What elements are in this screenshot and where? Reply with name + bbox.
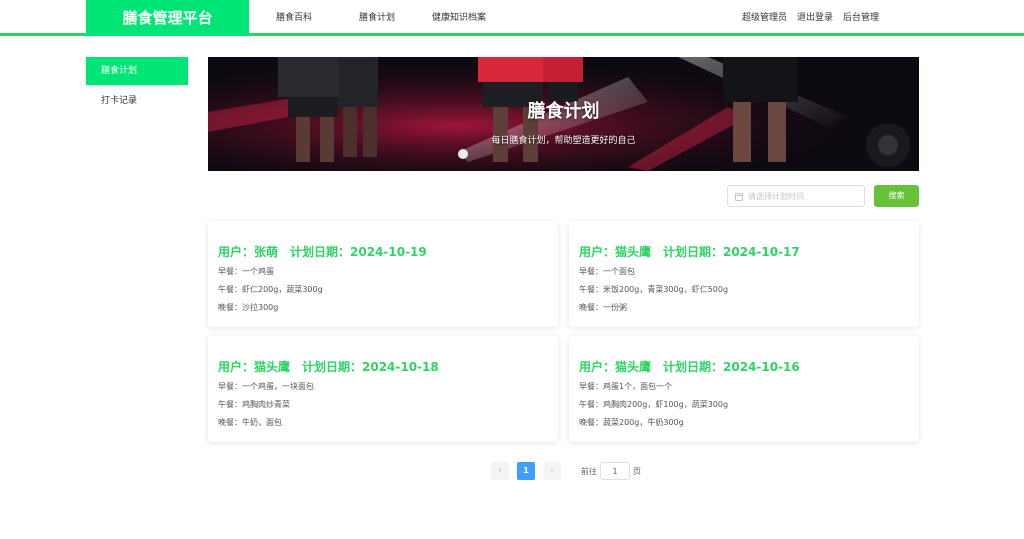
plan-card-title: 用户：张萌 计划日期：2024-10-19 xyxy=(218,245,427,259)
nav-item-food-encyclopedia[interactable]: 膳食百科 xyxy=(276,0,312,36)
plan-date-input[interactable] xyxy=(748,186,863,206)
plan-date-picker[interactable] xyxy=(727,185,865,207)
goto-page-input[interactable] xyxy=(600,462,630,480)
nav-item-diet-plan[interactable]: 膳食计划 xyxy=(359,0,395,36)
site-logo[interactable]: 膳食管理平台 xyxy=(86,0,249,36)
calendar-icon xyxy=(735,193,743,201)
top-header: 膳食管理平台 膳食百科 膳食计划 健康知识档案 超级管理员 退出登录 后台管理 xyxy=(0,0,1024,36)
prev-page-button[interactable]: ‹ xyxy=(491,462,509,480)
plan-dinner: 晚餐：牛奶，面包 xyxy=(218,418,282,427)
plan-breakfast: 早餐：一个面包 xyxy=(579,267,635,276)
plan-dinner: 晚餐：蔬菜200g，牛奶300g xyxy=(579,418,684,427)
plan-card-title: 用户：猫头鹰 计划日期：2024-10-17 xyxy=(579,245,800,259)
plan-card[interactable]: 用户：猫头鹰 计划日期：2024-10-17 早餐：一个面包 午餐：米饭200g… xyxy=(569,221,919,327)
plan-breakfast: 早餐：鸡蛋1个，面包一个 xyxy=(579,382,673,391)
pagination: ‹ 1 › 前往 页 xyxy=(491,462,641,480)
plan-lunch: 午餐：米饭200g，青菜300g，虾仁500g xyxy=(579,285,729,294)
hero-banner: 膳食计划 每日膳食计划，帮助塑造更好的自己 xyxy=(208,57,919,171)
search-button[interactable]: 搜索 xyxy=(874,185,919,207)
plan-card-title: 用户：猫头鹰 计划日期：2024-10-18 xyxy=(218,360,439,374)
nav-item-health-archive[interactable]: 健康知识档案 xyxy=(432,0,486,36)
plan-lunch: 午餐：鸡胸肉炒青菜 xyxy=(218,400,290,409)
plan-card[interactable]: 用户：张萌 计划日期：2024-10-19 早餐：一个鸡蛋 午餐：虾仁200g，… xyxy=(208,221,558,327)
goto-prefix-label: 前往 xyxy=(581,466,597,476)
user-name-link[interactable]: 超级管理员 xyxy=(742,0,787,36)
plan-breakfast: 早餐：一个鸡蛋，一块面包 xyxy=(218,382,314,391)
banner-subtitle: 每日膳食计划，帮助塑造更好的自己 xyxy=(491,136,636,146)
main-nav: 膳食百科 膳食计划 健康知识档案 xyxy=(249,0,486,36)
plan-lunch: 午餐：虾仁200g，蔬菜300g xyxy=(218,285,323,294)
page-jumper: 前往 页 xyxy=(581,462,641,480)
page-number-1[interactable]: 1 xyxy=(517,462,535,480)
logout-link[interactable]: 退出登录 xyxy=(797,0,833,36)
sidebar-item-checkin-records[interactable]: 打卡记录 xyxy=(86,87,188,115)
plan-card-title: 用户：猫头鹰 计划日期：2024-10-16 xyxy=(579,360,800,374)
admin-link[interactable]: 后台管理 xyxy=(843,0,879,36)
plan-lunch: 午餐：鸡胸肉200g，虾100g，蔬菜300g xyxy=(579,400,729,409)
goto-suffix-label: 页 xyxy=(633,466,641,476)
header-right-links: 超级管理员 退出登录 后台管理 xyxy=(742,0,879,36)
next-page-button[interactable]: › xyxy=(543,462,561,480)
plan-card[interactable]: 用户：猫头鹰 计划日期：2024-10-16 早餐：鸡蛋1个，面包一个 午餐：鸡… xyxy=(569,336,919,442)
sidebar-item-diet-plan[interactable]: 膳食计划 xyxy=(86,57,188,85)
plan-card[interactable]: 用户：猫头鹰 计划日期：2024-10-18 早餐：一个鸡蛋，一块面包 午餐：鸡… xyxy=(208,336,558,442)
banner-title: 膳食计划 xyxy=(527,101,600,122)
sidebar: 膳食计划 打卡记录 xyxy=(86,57,188,117)
plan-dinner: 晚餐：沙拉300g xyxy=(218,303,279,312)
plan-breakfast: 早餐：一个鸡蛋 xyxy=(218,267,274,276)
plan-dinner: 晚餐：一份粥 xyxy=(579,303,627,312)
